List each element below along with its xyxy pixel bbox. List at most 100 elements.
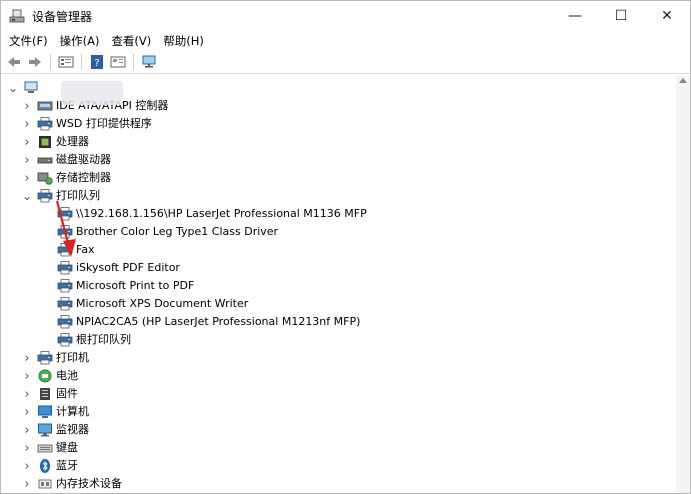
tree-category[interactable]: › 监视器 (21, 421, 89, 439)
forward-icon[interactable] (26, 53, 44, 71)
help-icon[interactable]: ? (88, 53, 106, 71)
printer-icon (57, 224, 73, 240)
chevron-right-icon[interactable]: › (21, 151, 33, 169)
chevron-right-icon[interactable]: › (21, 133, 33, 151)
tree-category[interactable]: › 蓝牙 (21, 457, 78, 475)
computer-root-icon (23, 80, 39, 96)
close-button[interactable]: ✕ (644, 1, 690, 31)
tree-category-label: 计算机 (56, 405, 89, 418)
vertical-scrollbar[interactable] (676, 76, 690, 493)
redacted-computer-name (61, 81, 123, 105)
toolbar-separator (133, 54, 134, 70)
tree-category[interactable]: › 固件 (21, 385, 78, 403)
chevron-down-icon[interactable]: ⌄ (7, 79, 19, 97)
title-bar[interactable]: 设备管理器 — ☐ ✕ (1, 1, 690, 31)
tree-category-label: 电池 (56, 369, 78, 382)
menu-bar: 文件(F) 操作(A) 查看(V) 帮助(H) (1, 31, 690, 51)
ide-controller-icon (37, 98, 53, 114)
chevron-right-icon[interactable]: › (21, 385, 33, 403)
chevron-right-icon[interactable]: › (21, 169, 33, 187)
tree-device-item-label: iSkysoft PDF Editor (76, 261, 180, 274)
printer-icon (57, 260, 73, 276)
tree-category-label: 固件 (56, 387, 78, 400)
monitor-icon (37, 422, 53, 438)
tree-category-label: 存储控制器 (56, 171, 111, 184)
svg-text:?: ? (94, 58, 99, 69)
toolbar-separator (81, 54, 82, 70)
tree-device-item[interactable]: NPIAC2CA5 (HP LaserJet Professional M121… (53, 313, 360, 331)
tree-category[interactable]: › 键盘 (21, 439, 78, 457)
printer-icon (57, 206, 73, 222)
printer-icon (57, 278, 73, 294)
menu-view[interactable]: 查看(V) (105, 31, 157, 51)
tree-category-label: 打印机 (56, 351, 89, 364)
printer-icon (37, 188, 53, 204)
printer-icon (57, 314, 73, 330)
tree-device-item[interactable]: Microsoft Print to PDF (53, 277, 194, 295)
menu-help[interactable]: 帮助(H) (157, 31, 210, 51)
tree-category-label: 打印队列 (56, 189, 100, 202)
tree-device-item-label: Microsoft Print to PDF (76, 279, 195, 292)
tree-category[interactable]: › 存储控制器 (21, 169, 111, 187)
tree-device-item-label: Fax (76, 243, 95, 256)
tree-category[interactable]: › 计算机 (21, 403, 89, 421)
tree-category[interactable]: › 磁盘驱动器 (21, 151, 111, 169)
toolbar: ? (1, 51, 690, 74)
tree-category-label: 监视器 (56, 423, 89, 436)
chevron-right-icon[interactable]: › (21, 367, 33, 385)
tree-category-label: 处理器 (56, 135, 89, 148)
tree-device-item-label: 根打印队列 (76, 333, 131, 346)
maximize-button[interactable]: ☐ (598, 1, 644, 31)
tree-category[interactable]: › 内存技术设备 (21, 475, 122, 493)
chevron-right-icon[interactable]: › (21, 349, 33, 367)
printer-icon (37, 116, 53, 132)
monitor-icon[interactable] (140, 53, 158, 71)
printer-icon (57, 296, 73, 312)
toolbar-separator (50, 54, 51, 70)
printer-icon (57, 332, 73, 348)
device-tree: ⌄ › IDE ATA/ATAPI 控制器 › WSD 打印提供程序 › 处理器 › 磁盘驱动器… (1, 76, 676, 493)
tree-device-item[interactable]: Brother Color Leg Type1 Class Driver (53, 223, 278, 241)
tree-category-label: 蓝牙 (56, 459, 78, 472)
tree-category[interactable]: › WSD 打印提供程序 (21, 115, 152, 133)
firmware-icon (37, 386, 53, 402)
chevron-right-icon[interactable]: › (21, 97, 33, 115)
bluetooth-icon (37, 458, 53, 474)
chevron-right-icon[interactable]: › (21, 439, 33, 457)
tree-category-label: 磁盘驱动器 (56, 153, 111, 166)
chevron-right-icon[interactable]: › (21, 403, 33, 421)
minimize-button[interactable]: — (552, 1, 598, 31)
tree-device-item-label: NPIAC2CA5 (HP LaserJet Professional M121… (76, 315, 361, 328)
battery-icon (37, 368, 53, 384)
disk-drive-icon (37, 152, 53, 168)
properties-icon[interactable] (57, 53, 75, 71)
tree-category-label: 键盘 (56, 441, 78, 454)
tree-device-item[interactable]: \\192.168.1.156\HP LaserJet Professional… (53, 205, 367, 223)
tree-category[interactable]: › 电池 (21, 367, 78, 385)
memory-device-icon (37, 476, 53, 492)
device-manager-window: 设备管理器 — ☐ ✕ 文件(F) 操作(A) 查看(V) 帮助(H) ? ⌄ … (0, 0, 691, 494)
chevron-right-icon[interactable]: › (21, 421, 33, 439)
menu-action[interactable]: 操作(A) (54, 31, 106, 51)
tree-device-item-label: Microsoft XPS Document Writer (76, 297, 249, 310)
chevron-right-icon[interactable]: › (21, 115, 33, 133)
tree-root-computer[interactable]: ⌄ (7, 79, 42, 97)
chevron-down-icon[interactable]: ⌄ (21, 187, 33, 205)
tree-device-item[interactable]: iSkysoft PDF Editor (53, 259, 180, 277)
tree-device-item[interactable]: 根打印队列 (53, 331, 131, 349)
tree-category[interactable]: › 打印机 (21, 349, 89, 367)
scroll-up-icon[interactable] (679, 78, 687, 83)
menu-file[interactable]: 文件(F) (3, 31, 54, 51)
tree-category[interactable]: ⌄ 打印队列 (21, 187, 100, 205)
tree-device-item[interactable]: Fax (53, 241, 95, 259)
chevron-right-icon[interactable]: › (21, 457, 33, 475)
view-icon[interactable] (109, 53, 127, 71)
tree-category[interactable]: › 处理器 (21, 133, 89, 151)
tree-device-item[interactable]: Microsoft XPS Document Writer (53, 295, 248, 313)
tree-category-label: WSD 打印提供程序 (56, 117, 152, 130)
chevron-right-icon[interactable]: › (21, 475, 33, 493)
printer-icon (37, 350, 53, 366)
device-manager-icon (9, 8, 25, 24)
back-icon[interactable] (5, 53, 23, 71)
computer-icon (37, 404, 53, 420)
